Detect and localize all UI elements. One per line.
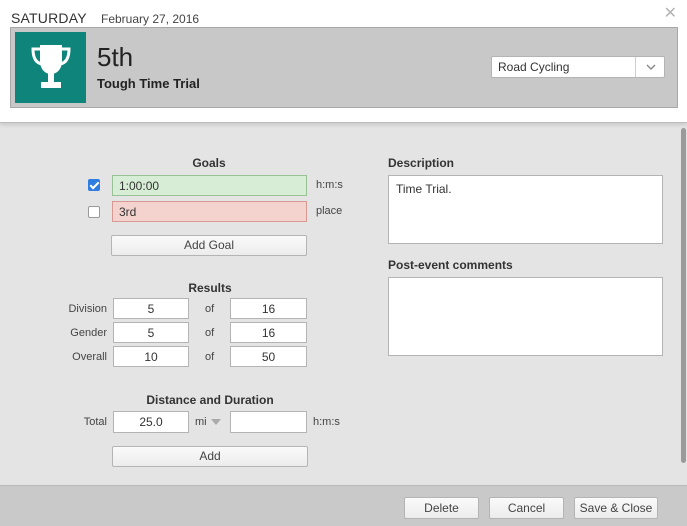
select-divider: [635, 57, 636, 77]
duration-input[interactable]: [230, 411, 307, 433]
results-title: Results: [188, 281, 232, 295]
delete-button[interactable]: Delete: [404, 497, 479, 519]
scrollbar[interactable]: [681, 128, 686, 463]
chevron-down-icon: [646, 57, 656, 80]
gender-label: Gender: [70, 327, 107, 339]
event-name: Tough Time Trial: [97, 76, 200, 91]
save-close-button[interactable]: Save & Close: [574, 497, 658, 519]
footer-bar: Delete Cancel Save & Close: [0, 485, 687, 526]
goal-2-input[interactable]: [112, 201, 307, 222]
comments-title: Post-event comments: [388, 258, 513, 272]
add-goal-button[interactable]: Add Goal: [111, 235, 307, 256]
overall-of-label: of: [205, 351, 215, 363]
comments-textarea[interactable]: [388, 277, 663, 356]
goal-2-checkbox[interactable]: [88, 206, 100, 218]
description-title: Description: [388, 156, 455, 170]
description-textarea[interactable]: Time Trial.: [388, 175, 663, 244]
division-value-input[interactable]: [113, 298, 189, 319]
distance-title: Distance and Duration: [146, 393, 274, 407]
sport-select-value: Road Cycling: [498, 60, 570, 74]
distance-unit-value: mi: [195, 416, 207, 428]
goal-1-input[interactable]: [112, 175, 307, 196]
overall-value-input[interactable]: [113, 346, 189, 367]
distance-input[interactable]: [113, 411, 189, 433]
goal-1-unit: h:m:s: [316, 179, 343, 191]
total-label: Total: [83, 416, 107, 428]
overall-total-input[interactable]: [230, 346, 307, 367]
distance-unit-select[interactable]: mi: [195, 416, 221, 428]
goals-title: Goals: [192, 156, 226, 170]
duration-unit: h:m:s: [313, 416, 340, 428]
gender-value-input[interactable]: [113, 322, 189, 343]
sport-select[interactable]: Road Cycling: [491, 56, 665, 78]
close-icon[interactable]: ✕: [664, 6, 677, 22]
event-summary: 5th Tough Time Trial Road Cycling: [10, 27, 678, 108]
division-total-input[interactable]: [230, 298, 307, 319]
goal-2-unit: place: [316, 205, 343, 217]
date-label: February 27, 2016: [101, 12, 200, 26]
day-label: SATURDAY: [11, 10, 87, 26]
trophy-tile: [15, 32, 86, 103]
cancel-button[interactable]: Cancel: [489, 497, 564, 519]
place-label: 5th: [97, 42, 134, 72]
division-label: Division: [68, 303, 107, 315]
division-of-label: of: [205, 303, 215, 315]
caret-down-icon: [210, 419, 221, 426]
event-header: SATURDAY February 27, 2016 ✕ 5th Tough T…: [0, 0, 687, 123]
add-distance-button[interactable]: Add: [112, 446, 308, 467]
gender-total-input[interactable]: [230, 322, 307, 343]
overall-label: Overall: [72, 351, 107, 363]
trophy-icon: [30, 44, 71, 88]
goal-1-checkbox[interactable]: [88, 179, 100, 191]
gender-of-label: of: [205, 327, 215, 339]
